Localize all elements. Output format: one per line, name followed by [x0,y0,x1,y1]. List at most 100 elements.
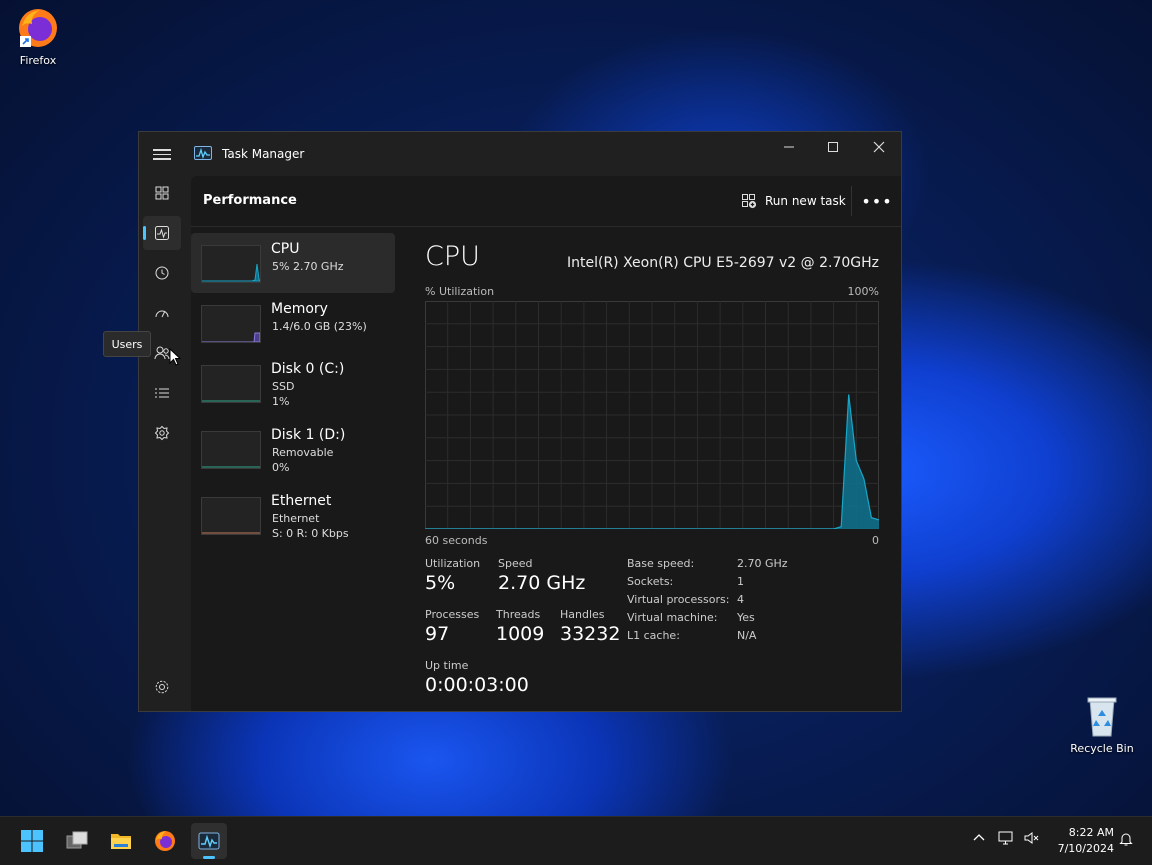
cpu-title: CPU [425,241,480,272]
disk0-thumbnail-graph [201,365,261,403]
uptime-label: Up time [425,659,469,672]
detail-key: L1 cache: [627,629,680,642]
run-new-task-button[interactable]: Run new task [741,191,846,211]
perf-item-cpu[interactable]: CPU 5% 2.70 GHz [191,233,395,293]
perf-item-detail: 5% 2.70 GHz [272,260,344,273]
threads-label: Threads [496,608,541,621]
firefox-icon [155,831,175,851]
close-button[interactable] [856,132,902,162]
show-hidden-icons-button[interactable] [972,831,986,848]
close-icon [873,141,885,153]
performance-pane: Performance Run new task ••• CPU 5% 2.70… [191,176,901,711]
detail-key: Base speed: [627,557,695,570]
perf-item-disk0[interactable]: Disk 0 (C:) SSD 1% [191,353,395,413]
threads-value: 1009 [496,623,545,645]
desktop-icon-recycle-bin[interactable]: Recycle Bin [1066,694,1138,755]
detail-key: Sockets: [627,575,674,588]
utilization-label: Utilization [425,557,481,570]
graph-grid [425,301,879,529]
firefox-icon [16,6,60,50]
task-view-button[interactable] [59,823,95,859]
history-icon [155,266,169,280]
utilization-value: 5% [425,572,456,594]
cpu-utilization-graph [425,301,879,529]
perf-item-name: CPU [271,241,300,257]
task-manager-icon [198,832,220,850]
memory-thumbnail-graph [201,305,261,343]
clock-time: 8:22 AM [1068,826,1114,839]
perf-item-detail: Removable [272,446,334,459]
speed-label: Speed [498,557,533,570]
run-new-task-label: Run new task [765,194,846,208]
max-axis-label: 100% [847,285,879,298]
min-axis-label: 0 [872,534,879,547]
detail-value: 4 [737,593,744,606]
performance-icon [155,226,169,240]
perf-item-usage: 0% [272,461,290,474]
hamburger-menu-icon[interactable] [153,146,171,162]
detail-value: 2.70 GHz [737,557,788,570]
handles-value: 33232 [560,623,621,645]
mouse-cursor-icon [169,348,181,366]
task-manager-taskbar-button[interactable] [191,823,227,859]
nav-processes[interactable] [143,176,181,210]
perf-item-detail: SSD [272,380,295,393]
notification-bell-icon [1119,833,1133,846]
nav-startup-apps[interactable] [143,296,181,330]
start-button[interactable] [14,823,50,859]
clock[interactable]: 8:22 AM 7/10/2024 [1050,825,1114,857]
perf-item-memory[interactable]: Memory 1.4/6.0 GB (23%) [191,293,395,353]
cpu-model-name: Intel(R) Xeon(R) CPU E5-2697 v2 @ 2.70GH… [567,255,879,271]
users-icon [154,346,170,360]
minimize-button[interactable] [766,132,812,162]
desktop-icon-label: Firefox [19,54,57,67]
desktop-icon-label: Recycle Bin [1070,742,1134,755]
detail-value: 1 [737,575,744,588]
minimize-icon [784,146,794,148]
perf-item-detail: 1.4/6.0 GB (23%) [272,320,367,333]
processes-label: Processes [425,608,480,621]
desktop-icon-firefox[interactable]: Firefox [2,6,74,67]
time-axis-label: 60 seconds [425,534,488,547]
perf-item-usage: S: 0 R: 0 Kbps [272,527,349,540]
nav-settings[interactable] [143,670,181,704]
processes-icon [155,186,169,200]
detail-value: N/A [737,629,757,642]
title-bar[interactable]: Task Manager [139,132,901,176]
command-separator [851,186,852,216]
perf-item-detail: Ethernet [272,512,320,525]
perf-item-disk1[interactable]: Disk 1 (D:) Removable 0% [191,419,395,479]
maximize-icon [828,142,838,152]
network-button[interactable] [998,831,1014,848]
details-list-icon [155,388,169,398]
perf-item-usage: 1% [272,395,290,408]
startup-icon [155,310,169,318]
perf-item-name: Ethernet [271,493,332,509]
perf-item-name: Memory [271,301,328,317]
maximize-button[interactable] [810,132,856,162]
nav-services[interactable] [143,416,181,450]
task-view-icon [66,831,88,849]
nav-app-history[interactable] [143,256,181,290]
file-explorer-button[interactable] [103,823,139,859]
nav-sidebar [139,176,185,711]
run-task-icon [742,194,757,209]
clock-date: 7/10/2024 [1057,842,1114,855]
detail-key: Virtual machine: [627,611,718,624]
ethernet-thumbnail-graph [201,497,261,535]
processes-value: 97 [425,623,450,645]
perf-item-ethernet[interactable]: Ethernet Ethernet S: 0 R: 0 Kbps [191,485,395,545]
more-options-button[interactable]: ••• [861,188,891,214]
notifications-button[interactable] [1118,831,1134,850]
firefox-taskbar-button[interactable] [147,823,183,859]
users-tooltip: Users [103,331,151,357]
task-manager-app-icon [194,145,212,161]
perf-item-name: Disk 0 (C:) [271,361,345,377]
volume-button[interactable] [1024,831,1040,848]
chevron-up-icon [973,834,985,841]
utilization-axis-label: % Utilization [425,285,495,298]
nav-details[interactable] [143,376,181,410]
disk1-thumbnail-graph [201,431,261,469]
nav-performance[interactable] [143,216,181,250]
task-manager-window: Task Manager Performance Run new task ••… [138,131,902,712]
